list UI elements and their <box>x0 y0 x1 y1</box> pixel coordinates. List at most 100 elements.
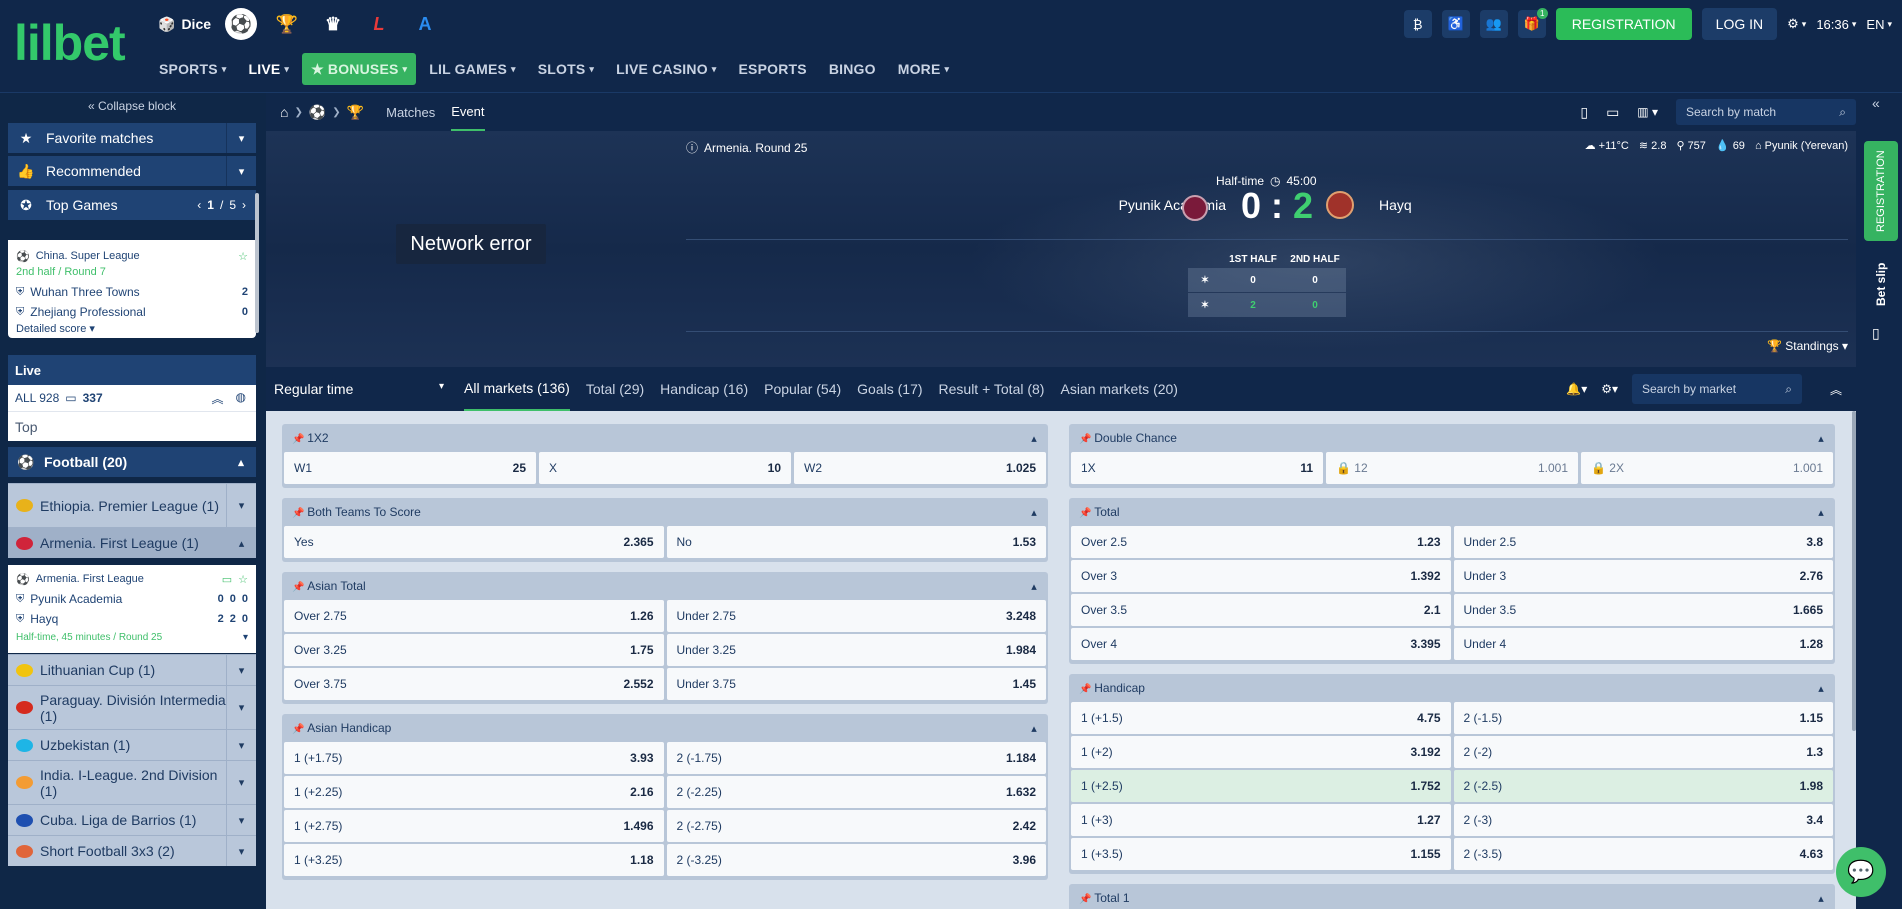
tab-all-markets[interactable]: All markets (136) <box>464 367 570 411</box>
double-chevron-up-icon[interactable]: ︽ <box>212 390 224 407</box>
regular-time-select[interactable]: Regular time ▾ <box>274 381 444 397</box>
chevron-up-icon[interactable]: ▴ <box>1807 432 1835 445</box>
odds-cell[interactable]: 2 (-2) 1.3 <box>1453 736 1833 768</box>
double-chevron-left-icon[interactable]: « <box>1872 95 1880 111</box>
nav-live[interactable]: LIVE ▾ <box>239 53 298 85</box>
odds-cell[interactable]: 2 (-3.5) 4.63 <box>1453 838 1833 870</box>
search-icon[interactable]: ⌕ <box>1839 105 1846 120</box>
market-header[interactable]: 📌 Handicap ▴ <box>1069 674 1835 702</box>
top-filter[interactable]: Top <box>8 411 256 441</box>
search-icon[interactable]: ⌕ <box>1785 382 1792 397</box>
market-header[interactable]: 📌 1X2 ▴ <box>282 424 1048 452</box>
tv-icon[interactable]: ▭ <box>222 573 232 586</box>
league-short-football[interactable]: Short Football 3x3 (2) ▾ <box>8 835 256 866</box>
europa-league-icon[interactable]: 🏆 <box>271 8 303 40</box>
home-icon[interactable]: ⌂ <box>280 104 288 120</box>
odds-cell[interactable]: 1 (+2.25) 2.16 <box>284 776 664 808</box>
odds-cell[interactable]: Over 3.75 2.552 <box>284 668 664 700</box>
odds-cell[interactable]: W1 25 <box>284 452 536 484</box>
odds-cell[interactable]: 2 (-2.5) 1.98 <box>1453 770 1833 802</box>
market-header[interactable]: 📌 Double Chance ▴ <box>1069 424 1835 452</box>
nav-bingo[interactable]: BINGO <box>820 53 885 85</box>
chevron-down-icon[interactable]: ▾ <box>243 632 248 643</box>
language-menu[interactable]: EN ▾ <box>1866 17 1892 32</box>
users-icon[interactable]: 👥 <box>1479 10 1508 38</box>
odds-cell[interactable]: W2 1.025 <box>794 452 1046 484</box>
nav-sports[interactable]: SPORTS ▾ <box>150 53 235 85</box>
chevron-up-icon[interactable]: ▴ <box>1020 432 1048 445</box>
settings-menu[interactable]: ⚙ ▾ <box>1787 16 1806 32</box>
market-header[interactable]: 📌 Asian Total ▴ <box>282 572 1048 600</box>
odds-cell[interactable]: Under 2.5 3.8 <box>1453 526 1833 558</box>
crypto-icon[interactable]: ₿ <box>1403 10 1432 38</box>
odds-cell[interactable]: Over 3.25 1.75 <box>284 634 664 666</box>
pin-icon[interactable]: 📌 <box>292 724 307 735</box>
odds-cell[interactable]: 2 (-3) 3.4 <box>1453 804 1833 836</box>
time-menu[interactable]: 16:36 ▾ <box>1816 17 1856 32</box>
chevron-up-icon[interactable]: ▴ <box>1020 722 1048 735</box>
detailed-score-link[interactable]: Detailed score ▾ <box>16 322 248 338</box>
chevron-right-icon[interactable]: › <box>242 198 246 212</box>
favorite-star-icon[interactable]: ☆ <box>238 250 248 263</box>
top-link-dice[interactable]: 🎲 Dice <box>158 16 211 33</box>
odds-cell[interactable]: Under 3.25 1.984 <box>666 634 1046 666</box>
league-paraguay[interactable]: Paraguay. División Intermedia (1) ▾ <box>8 685 256 729</box>
league-lithuania[interactable]: Lithuanian Cup (1) ▾ <box>8 654 256 685</box>
tablet-view-icon[interactable]: ▯ <box>1580 104 1588 121</box>
tab-result-total[interactable]: Result + Total (8) <box>939 367 1045 411</box>
odds-cell[interactable]: 1 (+1.5) 4.75 <box>1071 702 1451 734</box>
nav-lil-games[interactable]: LIL GAMES ▾ <box>420 53 525 85</box>
league-armenia[interactable]: Armenia. First League (1) ▴ <box>8 527 256 558</box>
nav-bonuses[interactable]: ★ BONUSES ▾ <box>302 53 417 85</box>
site-logo[interactable]: lilbet <box>14 18 126 68</box>
odds-cell[interactable]: X 10 <box>539 452 791 484</box>
odds-cell[interactable]: Under 2.75 3.248 <box>666 600 1046 632</box>
league-india[interactable]: India. I-League. 2nd Division (1) ▾ <box>8 760 256 804</box>
tab-popular[interactable]: Popular (54) <box>764 367 841 411</box>
league-uzbekistan[interactable]: Uzbekistan (1) ▾ <box>8 729 256 760</box>
gear-icon[interactable]: ⚙▾ <box>1601 382 1618 396</box>
tab-goals[interactable]: Goals (17) <box>857 367 922 411</box>
odds-cell[interactable]: 2 (-3.25) 3.96 <box>666 844 1046 876</box>
chevron-up-icon[interactable]: ▴ <box>1807 506 1835 519</box>
recommended-block[interactable]: 👍 Recommended ▾ <box>8 156 256 186</box>
tab-handicap[interactable]: Handicap (16) <box>660 367 748 411</box>
league-cuba[interactable]: Cuba. Liga de Barrios (1) ▾ <box>8 804 256 835</box>
odds-cell[interactable]: 2 (-2.25) 1.632 <box>666 776 1046 808</box>
nav-esports[interactable]: ESPORTS <box>730 53 816 85</box>
market-header[interactable]: 📌 Asian Handicap ▴ <box>282 714 1048 742</box>
double-chevron-up-icon[interactable]: ︽ <box>1816 381 1856 398</box>
laliga-icon[interactable]: L <box>363 8 395 40</box>
registration-button[interactable]: REGISTRATION <box>1555 8 1692 40</box>
odds-cell[interactable]: Under 4 1.28 <box>1453 628 1833 660</box>
bell-icon[interactable]: 🔔▾ <box>1566 382 1587 396</box>
nav-more[interactable]: MORE ▾ <box>889 53 959 85</box>
odds-cell[interactable]: No 1.53 <box>666 526 1046 558</box>
chevron-left-icon[interactable]: ‹ <box>197 198 201 212</box>
tab-total[interactable]: Total (29) <box>586 367 644 411</box>
stats-chart-icon[interactable]: ▥ ▾ <box>1637 105 1658 119</box>
odds-cell[interactable]: 1X 11 <box>1071 452 1323 484</box>
odds-cell[interactable]: Under 3.75 1.45 <box>666 668 1046 700</box>
tab-asian-markets[interactable]: Asian markets (20) <box>1060 367 1177 411</box>
chevron-up-icon[interactable]: ▴ <box>1020 506 1048 519</box>
monitor-icon[interactable]: ▭ <box>1606 104 1619 121</box>
odds-cell[interactable]: 1 (+2.75) 1.496 <box>284 810 664 842</box>
collapse-block-button[interactable]: « Collapse block <box>8 99 256 117</box>
odds-cell[interactable]: Over 2.5 1.23 <box>1071 526 1451 558</box>
favorite-star-icon[interactable]: ☆ <box>238 573 248 586</box>
odds-cell[interactable]: 🔒 2X 1.001 <box>1581 452 1833 484</box>
pin-icon[interactable]: 📌 <box>1079 434 1094 445</box>
odds-cell[interactable]: Yes 2.365 <box>284 526 664 558</box>
chat-icon[interactable]: 💬 <box>1836 847 1886 897</box>
bet-slip-button[interactable]: Bet slip <box>1864 249 1898 319</box>
odds-cell[interactable]: 1 (+3.25) 1.18 <box>284 844 664 876</box>
odds-cell[interactable]: 1 (+2) 3.192 <box>1071 736 1451 768</box>
odds-cell[interactable]: Under 3.5 1.665 <box>1453 594 1833 626</box>
search-match-input[interactable]: Search by match ⌕ <box>1676 99 1856 125</box>
market-header[interactable]: 📌 Total 1 ▴ <box>1069 884 1835 909</box>
serie-a-icon[interactable]: A <box>409 8 441 40</box>
soccer-ball-icon[interactable]: ⚽ <box>309 104 326 121</box>
globe-icon[interactable]: ◍ <box>236 390 246 407</box>
mobile-icon[interactable]: ▯ <box>1872 325 1880 342</box>
